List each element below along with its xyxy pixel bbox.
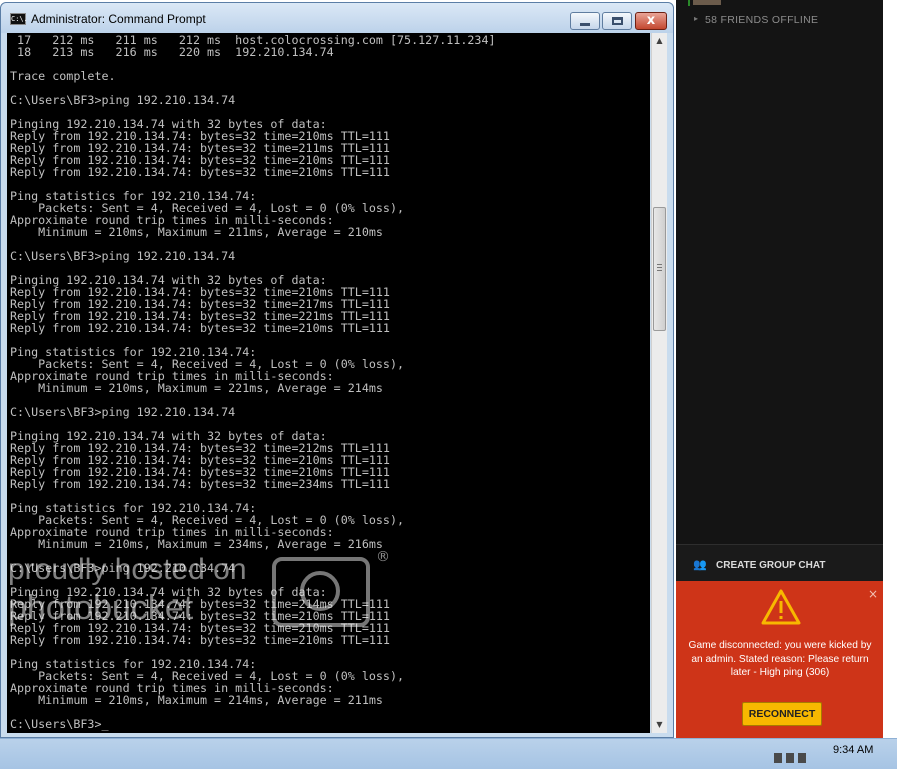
- vertical-scrollbar[interactable]: ▲ ▼: [651, 33, 667, 733]
- friends-offline-label: 58 FRIENDS OFFLINE: [705, 14, 819, 26]
- minimize-icon: [580, 23, 590, 26]
- maximize-icon: [612, 17, 623, 25]
- taskbar: 9:34 AM: [0, 738, 897, 769]
- status-indicator: [688, 0, 690, 6]
- scroll-up-icon[interactable]: ▲: [652, 33, 667, 49]
- warning-icon: [761, 589, 801, 625]
- create-group-chat-label: CREATE GROUP CHAT: [716, 560, 826, 571]
- alert-close-icon[interactable]: ×: [868, 588, 878, 600]
- window-titlebar[interactable]: C:\. Administrator: Command Prompt x: [1, 3, 673, 33]
- avatar[interactable]: [693, 0, 721, 5]
- reconnect-button[interactable]: RECONNECT: [742, 702, 822, 726]
- caret-right-icon: ▸: [694, 14, 699, 23]
- alert-message: Game disconnected: you were kicked by an…: [688, 640, 872, 678]
- window-title: Administrator: Command Prompt: [31, 12, 206, 26]
- friends-side-panel: ▸ 58 FRIENDS OFFLINE 👥 CREATE GROUP CHAT…: [676, 0, 883, 738]
- minimize-button[interactable]: [570, 12, 600, 30]
- console-text: 17 212 ms 211 ms 212 ms host.colocrossin…: [10, 33, 496, 731]
- network-icon[interactable]: [786, 753, 794, 763]
- group-icon: 👥: [693, 558, 707, 571]
- command-prompt-window: C:\. Administrator: Command Prompt x 17 …: [0, 2, 674, 738]
- console-output[interactable]: 17 212 ms 211 ms 212 ms host.colocrossin…: [7, 33, 650, 733]
- flag-icon[interactable]: [774, 753, 782, 763]
- close-button[interactable]: x: [635, 12, 667, 30]
- system-tray: [772, 750, 822, 766]
- maximize-button[interactable]: [602, 12, 632, 30]
- scroll-down-icon[interactable]: ▼: [652, 717, 667, 733]
- clock[interactable]: 9:34 AM: [833, 744, 873, 756]
- create-group-chat-button[interactable]: 👥 CREATE GROUP CHAT: [676, 545, 883, 581]
- volume-icon[interactable]: [798, 753, 806, 763]
- close-icon: x: [646, 13, 656, 28]
- scrollbar-thumb[interactable]: [653, 207, 666, 331]
- disconnect-alert: × Game disconnected: you were kicked by …: [676, 581, 883, 738]
- cmd-app-icon[interactable]: C:\.: [10, 13, 28, 25]
- grip-icon: [657, 264, 662, 271]
